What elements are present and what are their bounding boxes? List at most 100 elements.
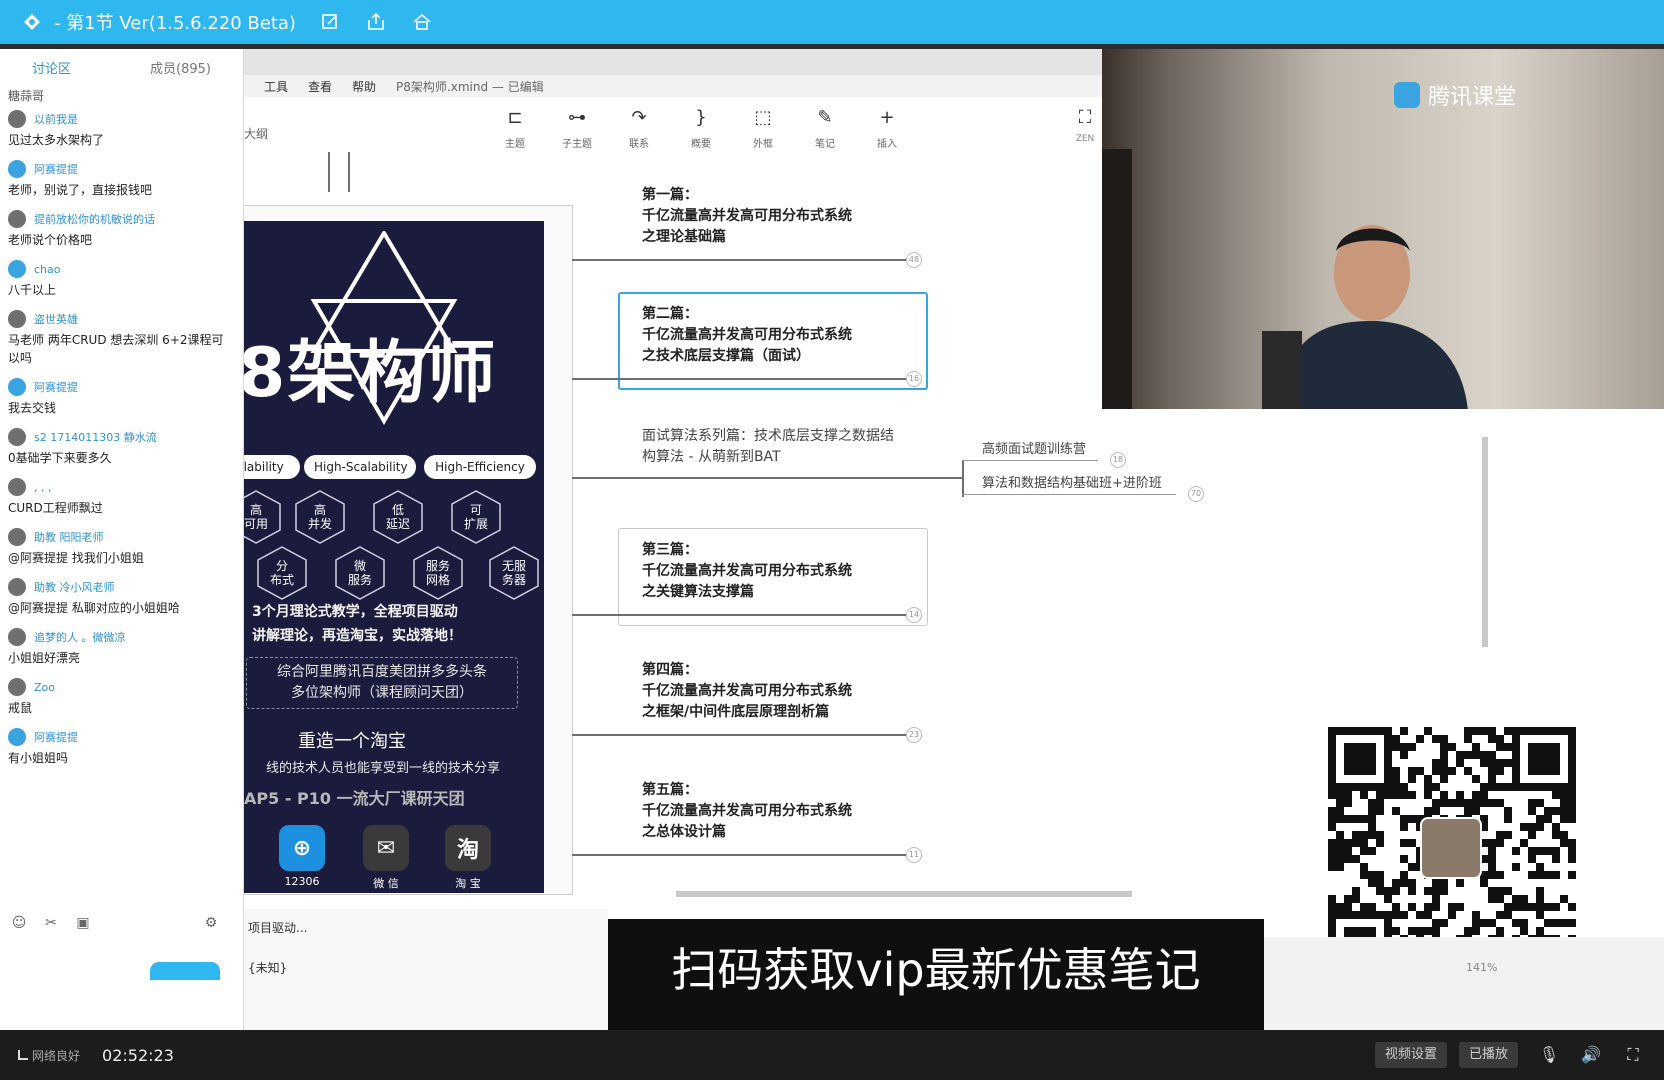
app-label: 淘 宝 <box>455 877 481 890</box>
poster-hero-title: 8架构师 <box>244 334 498 413</box>
collapse-knob[interactable]: 70 <box>1188 486 1204 502</box>
collapse-knob[interactable]: 23 <box>906 727 922 743</box>
edit-icon[interactable] <box>320 12 340 32</box>
mindmap-topic[interactable]: 第一篇： 千亿流量高并发高可用分布式系统 之理论基础篇 <box>642 185 852 248</box>
mindmap-topic[interactable]: 第四篇： 千亿流量高并发高可用分布式系统 之框架/中间件底层原理剖析篇 <box>642 660 852 723</box>
message-list: 以前我是 见过太多水架构了 阿赛提提 老师，别说了，直接报钱吧 提前放松你的机敏说的话老… <box>0 107 243 767</box>
sender-name[interactable]: Zoo <box>34 681 55 694</box>
mindmap-topic[interactable]: 第三篇： 千亿流量高并发高可用分布式系统 之关键算法支撑篇 <box>642 540 852 603</box>
chat-message: s2 1714011303 静水流 0基础学下来要多久 <box>0 425 243 467</box>
mindmap-subtopic[interactable]: 算法和数据结构基础班+进阶班 <box>982 472 1162 491</box>
message-text: 我去交钱 <box>8 401 57 415</box>
message-text: 0基础学下来要多久 <box>8 451 112 465</box>
collapse-knob[interactable]: 48 <box>906 252 922 268</box>
mindmap-topic[interactable]: 第二篇： 千亿流量高并发高可用分布式系统 之技术底层支撑篇（面试） <box>642 304 852 367</box>
avatar[interactable] <box>8 310 26 328</box>
chat-message: chao 八千以上 <box>0 257 243 299</box>
chat-message-header: , , , <box>8 475 235 499</box>
mindmap-topic[interactable]: 面试算法系列篇：技术底层支撑之数据结 构算法 - 从萌新到BAT <box>642 426 894 468</box>
avatar[interactable] <box>8 478 26 496</box>
sender-name[interactable]: 助教 阳阳老师 <box>34 529 104 545</box>
avatar[interactable] <box>8 628 26 646</box>
app-label: 12306 <box>284 875 320 888</box>
shared-screen: 工具 查看 帮助 P8架构师.xmind — 已编辑 大纲 ⊏ 主题 ⊶ 子主题 ↷ 联系… <box>244 49 1664 1030</box>
sender-name[interactable]: 助教 冷小风老师 <box>34 579 115 595</box>
share-icon[interactable] <box>366 12 386 32</box>
zoom-level[interactable]: 141% <box>1466 961 1497 974</box>
message-text: @阿赛提提 找我们小姐姐 <box>8 551 144 565</box>
hexagon-label: 微 服务 <box>347 559 372 587</box>
chat-message: 阿赛提提有小姐姐吗 <box>0 725 243 767</box>
chat-message-header: s2 1714011303 静水流 <box>8 425 235 449</box>
avatar[interactable] <box>8 528 26 546</box>
feature-hexagon: 微 服务 <box>334 545 386 601</box>
avatar[interactable] <box>8 378 26 396</box>
avatar[interactable] <box>8 110 26 128</box>
chat-message-header: 阿赛提提 <box>8 157 235 181</box>
avatar[interactable] <box>8 678 26 696</box>
chat-message: 阿赛提提老师，别说了，直接报钱吧 <box>0 157 243 199</box>
image-icon[interactable]: ▣ <box>74 915 92 933</box>
tencent-classroom-logo-icon <box>1394 82 1420 108</box>
sender-name[interactable]: chao <box>34 263 61 276</box>
chat-message-header: Zoo <box>8 675 235 699</box>
sender-name[interactable]: 盗世英雄 <box>34 311 78 327</box>
collapse-knob[interactable]: 18 <box>1110 452 1126 468</box>
volume-icon[interactable]: 🔊 <box>1580 1044 1602 1066</box>
message-text: 老师说个价格吧 <box>8 233 93 247</box>
playback-button[interactable]: 已播放 <box>1458 1042 1518 1068</box>
hexagon-label: 可 扩展 <box>463 503 488 531</box>
collapse-knob[interactable]: 11 <box>906 847 922 863</box>
poster-line-2: 讲解理论，再造淘宝，实战落地！ <box>252 628 462 644</box>
avatar[interactable] <box>8 428 26 446</box>
tab-members[interactable]: 成员(895) <box>150 58 211 77</box>
home-icon[interactable] <box>412 12 432 32</box>
mindmap-topic[interactable]: 第五篇： 千亿流量高并发高可用分布式系统 之总体设计篇 <box>642 780 852 843</box>
sheet-label-2[interactable]: {未知} <box>248 959 287 976</box>
message-text: 有小姐姐吗 <box>8 751 69 765</box>
sender-name[interactable]: s2 1714011303 静水流 <box>34 429 157 445</box>
sender-name[interactable]: 以前我是 <box>34 111 78 127</box>
avatar[interactable] <box>8 578 26 596</box>
tab-discussion[interactable]: 讨论区 <box>32 58 71 77</box>
fullscreen-toggle-icon[interactable]: ⛶ <box>1622 1044 1644 1066</box>
xmind-status-area <box>1264 937 1664 1030</box>
pill-availability: ilability <box>244 455 300 479</box>
avatar[interactable] <box>8 728 26 746</box>
sender-name[interactable]: 阿赛提提 <box>34 729 78 745</box>
vertical-scrollbar[interactable] <box>1482 437 1488 647</box>
collapse-knob[interactable]: 14 <box>906 607 922 623</box>
course-poster: 8架构师 ilability High-Scalability High-Eff… <box>244 221 544 893</box>
video-settings-button[interactable]: 视频设置 <box>1374 1042 1447 1068</box>
avatar[interactable] <box>8 210 26 228</box>
microphone-muted-icon[interactable]: 🎙 <box>1538 1044 1560 1066</box>
sender-name[interactable]: 阿赛提提 <box>34 161 78 177</box>
sender-name[interactable]: , , , <box>34 481 51 494</box>
teacher-video[interactable]: 腾讯课堂 <box>1102 49 1664 409</box>
message-text: 老师，别说了，直接报钱吧 <box>8 183 153 197</box>
settings-icon[interactable]: ⚙ <box>202 915 220 933</box>
title-bar: - 第1节 Ver(1.5.6.220 Beta) <box>0 0 1664 44</box>
network-text: 网络良好 <box>32 1048 81 1063</box>
scissors-icon[interactable]: ✂ <box>42 915 60 933</box>
hexagon-label: 高 并发 <box>307 503 332 531</box>
mindmap-subtopic[interactable]: 高频面试题训练营 <box>982 438 1086 457</box>
sender-name[interactable]: 追梦的人 。微微凉 <box>34 629 126 645</box>
collapse-knob[interactable]: 16 <box>906 371 922 387</box>
sender-name[interactable]: 提前放松你的机敏说的话 <box>34 211 155 227</box>
sheet-label[interactable]: 项目驱动... <box>248 919 307 936</box>
xmind-sheet-bar: 项目驱动... {未知} <box>244 909 608 1030</box>
topic-connector <box>572 378 912 380</box>
horizontal-scrollbar[interactable] <box>676 891 1132 897</box>
avatar[interactable] <box>8 160 26 178</box>
chat-message-header: 追梦的人 。微微凉 <box>8 625 235 649</box>
send-button[interactable] <box>150 962 220 980</box>
chat-message: , , , CURD工程师飘过 <box>0 475 243 517</box>
poster-advisor-box: 综合阿里腾讯百度美团拼多多头条 多位架构师（课程顾问天团） <box>246 657 518 709</box>
sender-name[interactable]: 阿赛提提 <box>34 379 78 395</box>
poster-rank-line: AP5 - P10 一流大厂课研天团 <box>244 789 465 808</box>
window-title: - 第1节 Ver(1.5.6.220 Beta) <box>54 13 296 34</box>
emoji-icon[interactable]: ☺ <box>10 915 28 933</box>
poster-rebuild-title: 重造一个淘宝 <box>298 731 406 752</box>
avatar[interactable] <box>8 260 26 278</box>
